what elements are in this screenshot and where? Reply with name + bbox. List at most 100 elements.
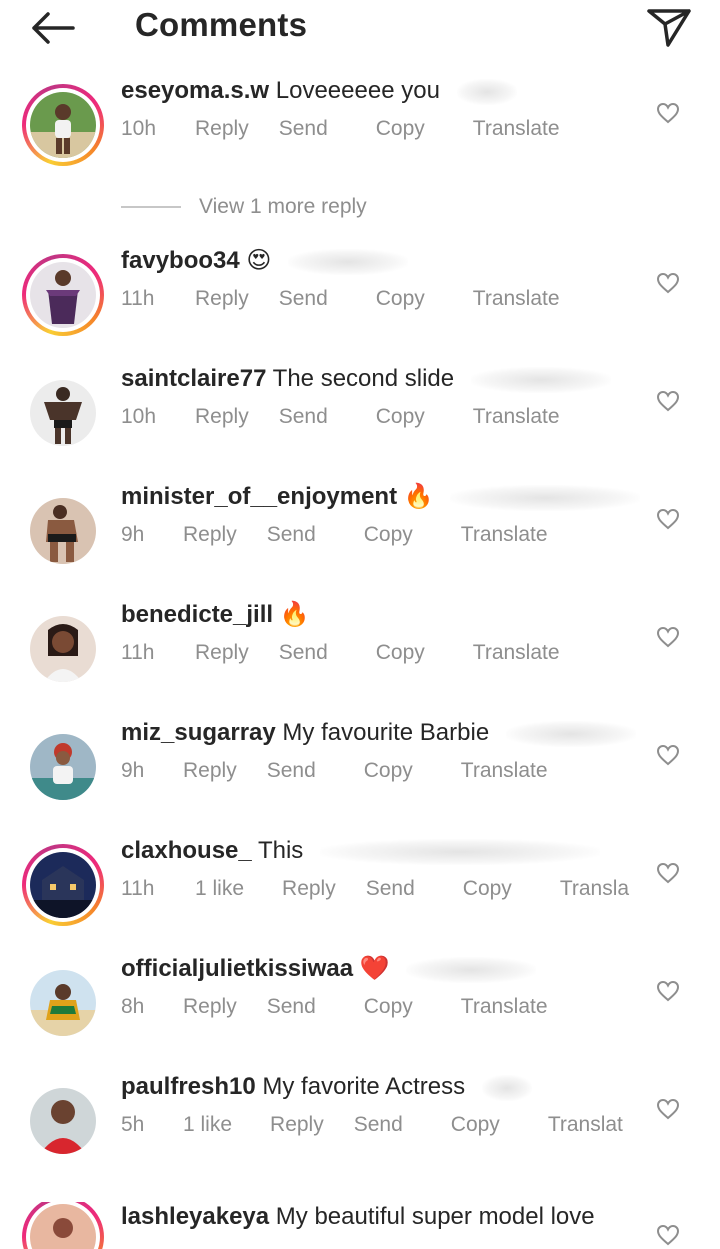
comment-username[interactable]: officialjulietkissiwaa xyxy=(121,955,353,982)
like-button[interactable] xyxy=(655,270,681,296)
copy-button[interactable]: Copy xyxy=(364,995,413,1019)
send-button[interactable]: Send xyxy=(354,1113,403,1137)
reply-button[interactable]: Reply xyxy=(195,287,249,311)
comment-username[interactable]: eseyoma.s.w xyxy=(121,77,269,104)
reply-button[interactable]: Reply xyxy=(195,641,249,665)
avatar-container[interactable] xyxy=(22,372,104,454)
comment-meta: 8h Reply Send Copy Translate xyxy=(121,990,548,1024)
avatar xyxy=(30,262,96,328)
comment-text: favyboo34 😍 xyxy=(121,244,409,278)
like-button[interactable] xyxy=(655,624,681,650)
send-button[interactable]: Send xyxy=(279,117,328,141)
copy-button[interactable]: Copy xyxy=(376,117,425,141)
comment-time: 5h xyxy=(121,1113,145,1136)
send-button[interactable]: Send xyxy=(279,405,328,429)
reply-button[interactable]: Reply xyxy=(282,877,336,901)
back-button[interactable] xyxy=(26,8,78,48)
heart-icon xyxy=(656,102,680,124)
reply-button[interactable]: Reply xyxy=(183,995,237,1019)
send-button[interactable]: Send xyxy=(279,641,328,665)
view-more-replies[interactable]: View 1 more reply xyxy=(121,192,367,222)
comment-text: saintclaire77 The second slide xyxy=(121,362,611,396)
translate-button[interactable]: Transla xyxy=(560,877,629,901)
send-button[interactable]: Send xyxy=(279,287,328,311)
comment-text: eseyoma.s.w Loveeeeee you xyxy=(121,74,517,108)
avatar-container[interactable] xyxy=(22,1080,104,1162)
comment-body: The second slide xyxy=(272,365,455,392)
copy-button[interactable]: Copy xyxy=(376,641,425,665)
comment-time: 10h xyxy=(121,405,157,428)
comment-username[interactable]: favyboo34 xyxy=(121,247,240,274)
reply-button[interactable]: Reply xyxy=(195,405,249,429)
translate-button[interactable]: Translate xyxy=(473,405,560,429)
comment-username[interactable]: miz_sugarray xyxy=(121,719,276,746)
comment-time: 11h xyxy=(121,877,155,900)
comment-item: saintclaire77 The second slide 10h Reply… xyxy=(0,365,720,494)
reply-button[interactable]: Reply xyxy=(183,759,237,783)
send-button[interactable]: Send xyxy=(267,523,316,547)
reply-button[interactable]: Reply xyxy=(195,117,249,141)
copy-button[interactable]: Copy xyxy=(451,1113,500,1137)
like-button[interactable] xyxy=(655,742,681,768)
comment-item: officialjulietkissiwaa ❤️ 8h Reply Send … xyxy=(0,955,720,1084)
like-button[interactable] xyxy=(655,1222,681,1248)
heart-icon xyxy=(656,1224,680,1246)
like-count[interactable]: 1 like xyxy=(195,877,244,901)
comment-username[interactable]: minister_of__enjoyment xyxy=(121,483,397,510)
translate-button[interactable]: Translate xyxy=(473,641,560,665)
like-button[interactable] xyxy=(655,978,681,1004)
comment-text: minister_of__enjoyment 🔥 xyxy=(121,480,641,514)
comment-meta: 11h 1 like Reply Send Copy Transla xyxy=(121,872,629,906)
like-button[interactable] xyxy=(655,860,681,886)
translate-button[interactable]: Translate xyxy=(461,523,548,547)
blurred-region xyxy=(470,366,611,393)
comment-meta: 10h Reply Send Copy Translate xyxy=(121,112,560,146)
like-count[interactable]: 1 like xyxy=(183,1113,232,1137)
comment-body: ❤️ xyxy=(359,955,390,982)
avatar-container[interactable] xyxy=(22,608,104,690)
comment-item: miz_sugarray My favourite Barbie 9h Repl… xyxy=(0,719,720,848)
reply-button[interactable]: Reply xyxy=(183,523,237,547)
copy-button[interactable]: Copy xyxy=(376,287,425,311)
avatar xyxy=(30,1088,96,1154)
share-button[interactable] xyxy=(644,6,694,48)
copy-button[interactable]: Copy xyxy=(463,877,512,901)
comment-meta: 10h Reply Send Copy Translate xyxy=(121,400,560,434)
translate-button[interactable]: Translate xyxy=(461,759,548,783)
comment-item: lashleyakeya My beautiful super model lo… xyxy=(0,1202,720,1249)
comment-username[interactable]: benedicte_jill xyxy=(121,601,273,628)
comment-body: My beautiful super model love xyxy=(275,1203,595,1230)
comment-meta: 9h Reply Send Copy Translate xyxy=(121,754,548,788)
comment-body: My favorite Actress xyxy=(262,1073,466,1100)
send-button[interactable]: Send xyxy=(267,995,316,1019)
copy-button[interactable]: Copy xyxy=(376,405,425,429)
reply-button[interactable]: Reply xyxy=(270,1113,324,1137)
translate-button[interactable]: Translate xyxy=(473,117,560,141)
avatar-story-ring[interactable] xyxy=(22,844,104,926)
translate-button[interactable]: Translate xyxy=(473,287,560,311)
like-button[interactable] xyxy=(655,506,681,532)
send-button[interactable]: Send xyxy=(267,759,316,783)
blurred-region xyxy=(481,1074,532,1101)
translate-button[interactable]: Translate xyxy=(461,995,548,1019)
comment-username[interactable]: paulfresh10 xyxy=(121,1073,256,1100)
comment-username[interactable]: claxhouse_ xyxy=(121,837,252,864)
comment-item: eseyoma.s.w Loveeeeee you 10h Reply Send… xyxy=(0,77,720,206)
comment-item: claxhouse_ This 11h 1 like Reply Send Co… xyxy=(0,837,720,966)
avatar-container[interactable] xyxy=(22,962,104,1044)
comment-time: 11h xyxy=(121,287,155,310)
send-button[interactable]: Send xyxy=(366,877,415,901)
like-button[interactable] xyxy=(655,1096,681,1122)
translate-button[interactable]: Translat xyxy=(548,1113,623,1137)
avatar-story-ring[interactable] xyxy=(22,84,104,166)
copy-button[interactable]: Copy xyxy=(364,759,413,783)
comment-username[interactable]: lashleyakeya xyxy=(121,1203,269,1230)
avatar-container[interactable] xyxy=(22,490,104,572)
avatar-story-ring[interactable] xyxy=(22,254,104,336)
avatar-story-ring[interactable] xyxy=(22,1202,104,1249)
copy-button[interactable]: Copy xyxy=(364,523,413,547)
avatar-container[interactable] xyxy=(22,726,104,808)
like-button[interactable] xyxy=(655,388,681,414)
like-button[interactable] xyxy=(655,100,681,126)
comment-username[interactable]: saintclaire77 xyxy=(121,365,266,392)
